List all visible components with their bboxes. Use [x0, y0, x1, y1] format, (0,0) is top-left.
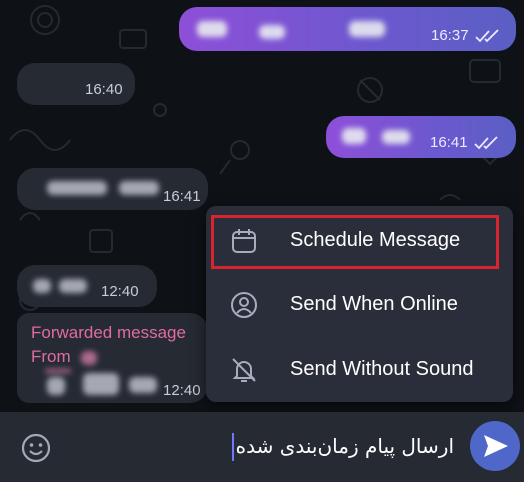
forwarded-from-label[interactable]: From [31, 347, 71, 367]
send-button[interactable] [470, 421, 520, 471]
blurred-text [119, 181, 159, 195]
blurred-text [59, 279, 87, 293]
send-options-menu: Schedule Message Send When Online Send W… [206, 206, 513, 402]
blurred-text [83, 373, 119, 395]
message-composer: ارسال پیام زمان‌بندی شده [0, 412, 524, 482]
blurred-text [197, 21, 227, 37]
message-time: 16:40 [85, 81, 123, 98]
blurred-text [342, 128, 366, 144]
menu-item-label: Send When Online [290, 293, 458, 315]
message-time: 16:41 [430, 134, 468, 151]
message-time: 12:40 [163, 382, 201, 399]
message-time: 12:40 [101, 283, 139, 300]
message-bubble-outgoing[interactable]: 16:41 [326, 116, 516, 158]
message-time: 16:37 [431, 27, 469, 44]
user-online-icon [231, 292, 257, 318]
menu-item-label: Schedule Message [290, 229, 461, 251]
blurred-text [81, 351, 97, 365]
blurred-text [45, 369, 71, 373]
bell-off-icon [232, 358, 256, 382]
blurred-text [47, 377, 65, 395]
menu-item-send-without-sound[interactable]: Send Without Sound [206, 339, 513, 401]
message-time: 16:41 [163, 188, 201, 205]
message-input[interactable]: ارسال پیام زمان‌بندی شده [236, 434, 454, 458]
blurred-text [33, 279, 51, 293]
text-caret [232, 433, 234, 461]
emoji-icon[interactable] [20, 432, 52, 464]
double-check-icon [475, 29, 499, 43]
calendar-icon [232, 229, 256, 253]
blurred-text [47, 181, 107, 195]
blurred-text [382, 130, 410, 144]
message-bubble-forwarded[interactable]: Forwarded message From 12:40 [17, 313, 208, 403]
blurred-text [129, 377, 157, 393]
blurred-text [259, 25, 285, 39]
message-bubble-outgoing[interactable]: 16:37 [179, 7, 516, 51]
send-icon [484, 435, 508, 457]
message-bubble-incoming[interactable]: 16:40 [17, 63, 135, 105]
menu-item-label: Send Without Sound [290, 358, 474, 380]
message-bubble-incoming[interactable]: 12:40 [17, 265, 157, 307]
double-check-icon [474, 136, 498, 150]
menu-item-send-when-online[interactable]: Send When Online [206, 274, 513, 336]
message-bubble-incoming[interactable]: 16:41 [17, 168, 208, 210]
blurred-text [349, 21, 385, 37]
menu-item-schedule-message[interactable]: Schedule Message [206, 210, 513, 272]
forwarded-label: Forwarded message [31, 323, 186, 342]
